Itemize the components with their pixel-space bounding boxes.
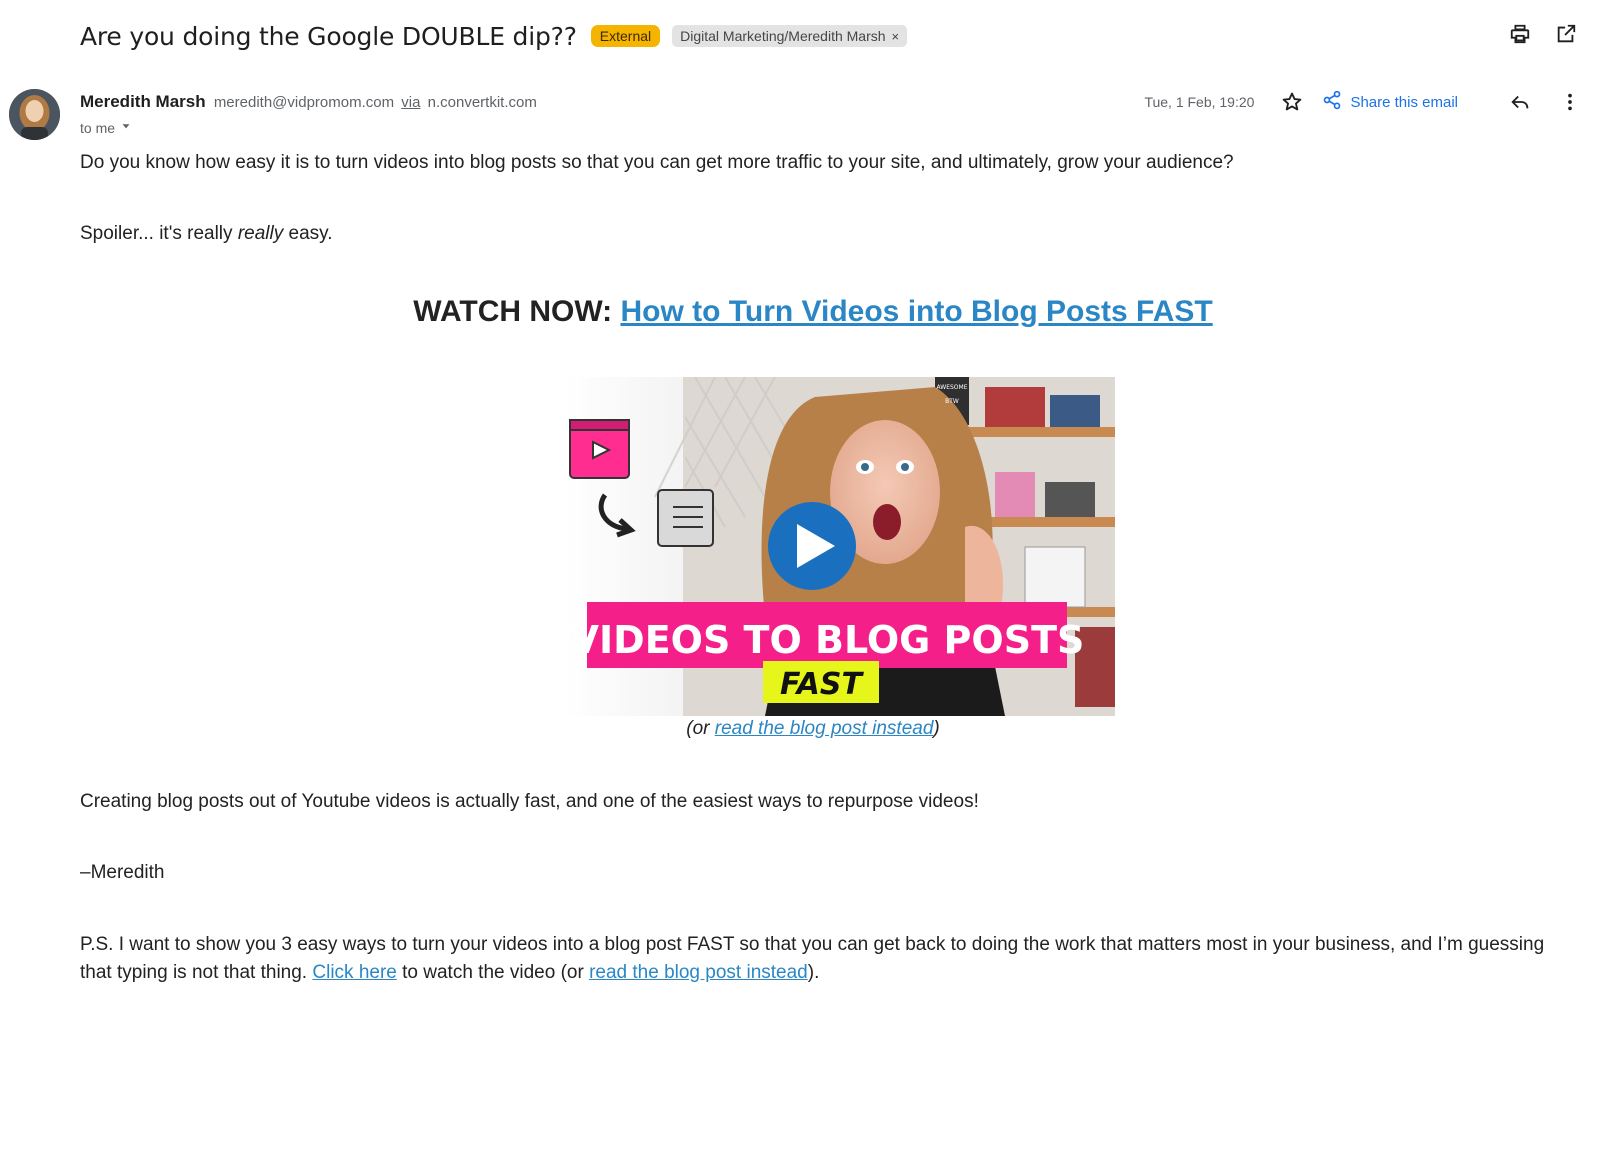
body-paragraph-2: Spoiler... it's really really easy.: [80, 220, 333, 248]
thumb-sign-top: AWESOME: [937, 384, 968, 391]
sender-email: meredith@vidpromom.com: [213, 94, 395, 111]
sender-line: Meredith Marsh meredith@vidpromom.com vi…: [80, 92, 537, 112]
watch-video-link[interactable]: How to Turn Videos into Blog Posts FAST: [620, 295, 1212, 328]
email-subject: Are you doing the Google DOUBLE dip??: [80, 21, 577, 51]
more-vert-icon[interactable]: [1558, 90, 1582, 114]
signoff: –Meredith: [80, 862, 165, 883]
subject-row: Are you doing the Google DOUBLE dip?? Ex…: [80, 16, 908, 56]
body-paragraph-3: Creating blog posts out of Youtube video…: [80, 791, 979, 812]
ps-text-2: to watch the video (or: [396, 962, 590, 983]
sender-via[interactable]: via: [401, 94, 420, 111]
p2-emphasis: really: [237, 223, 284, 244]
to-me-label: to me: [80, 119, 116, 136]
read-blog-post-link[interactable]: read the blog post instead: [715, 718, 934, 739]
share-label: Share this email: [1350, 93, 1458, 111]
open-in-new-window-icon[interactable]: [1554, 22, 1578, 46]
share-email-button[interactable]: Share this email: [1322, 90, 1458, 114]
chevron-down-icon: [119, 119, 133, 136]
avatar[interactable]: [9, 89, 60, 140]
external-badge: External: [590, 25, 661, 47]
reply-icon[interactable]: [1508, 90, 1532, 114]
watch-now-heading: WATCH NOW: How to Turn Videos into Blog …: [0, 295, 1600, 329]
ps-read-blog-post-link[interactable]: read the blog post instead: [589, 962, 808, 983]
video-caption: (or read the blog post instead): [0, 718, 1600, 740]
p2-suffix: easy.: [283, 223, 333, 244]
remove-label-icon[interactable]: ×: [892, 29, 900, 44]
sender-name[interactable]: Meredith Marsh: [80, 92, 206, 111]
click-here-link[interactable]: Click here: [312, 962, 396, 983]
ps-text-3: ).: [807, 962, 820, 983]
thumb-banner-text: VIDEOS TO BLOG POSTS: [570, 618, 1085, 662]
watch-now-label: WATCH NOW:: [413, 295, 621, 328]
label-chip-text: Digital Marketing/Meredith Marsh: [680, 28, 886, 44]
label-chip[interactable]: Digital Marketing/Meredith Marsh ×: [672, 25, 908, 47]
thumb-sub-text: FAST: [780, 667, 864, 702]
share-icon: [1322, 90, 1342, 114]
caption-suffix: ): [933, 718, 940, 739]
video-thumbnail[interactable]: VIDEOS TO BLOG POSTS FAST AWESOME BTW: [565, 377, 1115, 716]
recipient-details-toggle[interactable]: to me: [80, 119, 133, 136]
star-icon[interactable]: [1280, 90, 1304, 114]
message-date: Tue, 1 Feb, 19:20: [1144, 94, 1255, 110]
body-paragraph-1: Do you know how easy it is to turn video…: [80, 152, 1234, 173]
postscript-paragraph: P.S. I want to show you 3 easy ways to t…: [80, 931, 1560, 987]
sender-domain: n.convertkit.com: [427, 94, 537, 111]
thread-actions: [1508, 22, 1578, 46]
print-icon[interactable]: [1508, 22, 1532, 46]
thumb-sign-bottom: BTW: [945, 398, 959, 405]
p2-prefix: Spoiler... it's really: [80, 223, 238, 244]
message-meta: Tue, 1 Feb, 19:20 Share this email: [1144, 90, 1582, 114]
caption-prefix: (or: [686, 718, 715, 739]
